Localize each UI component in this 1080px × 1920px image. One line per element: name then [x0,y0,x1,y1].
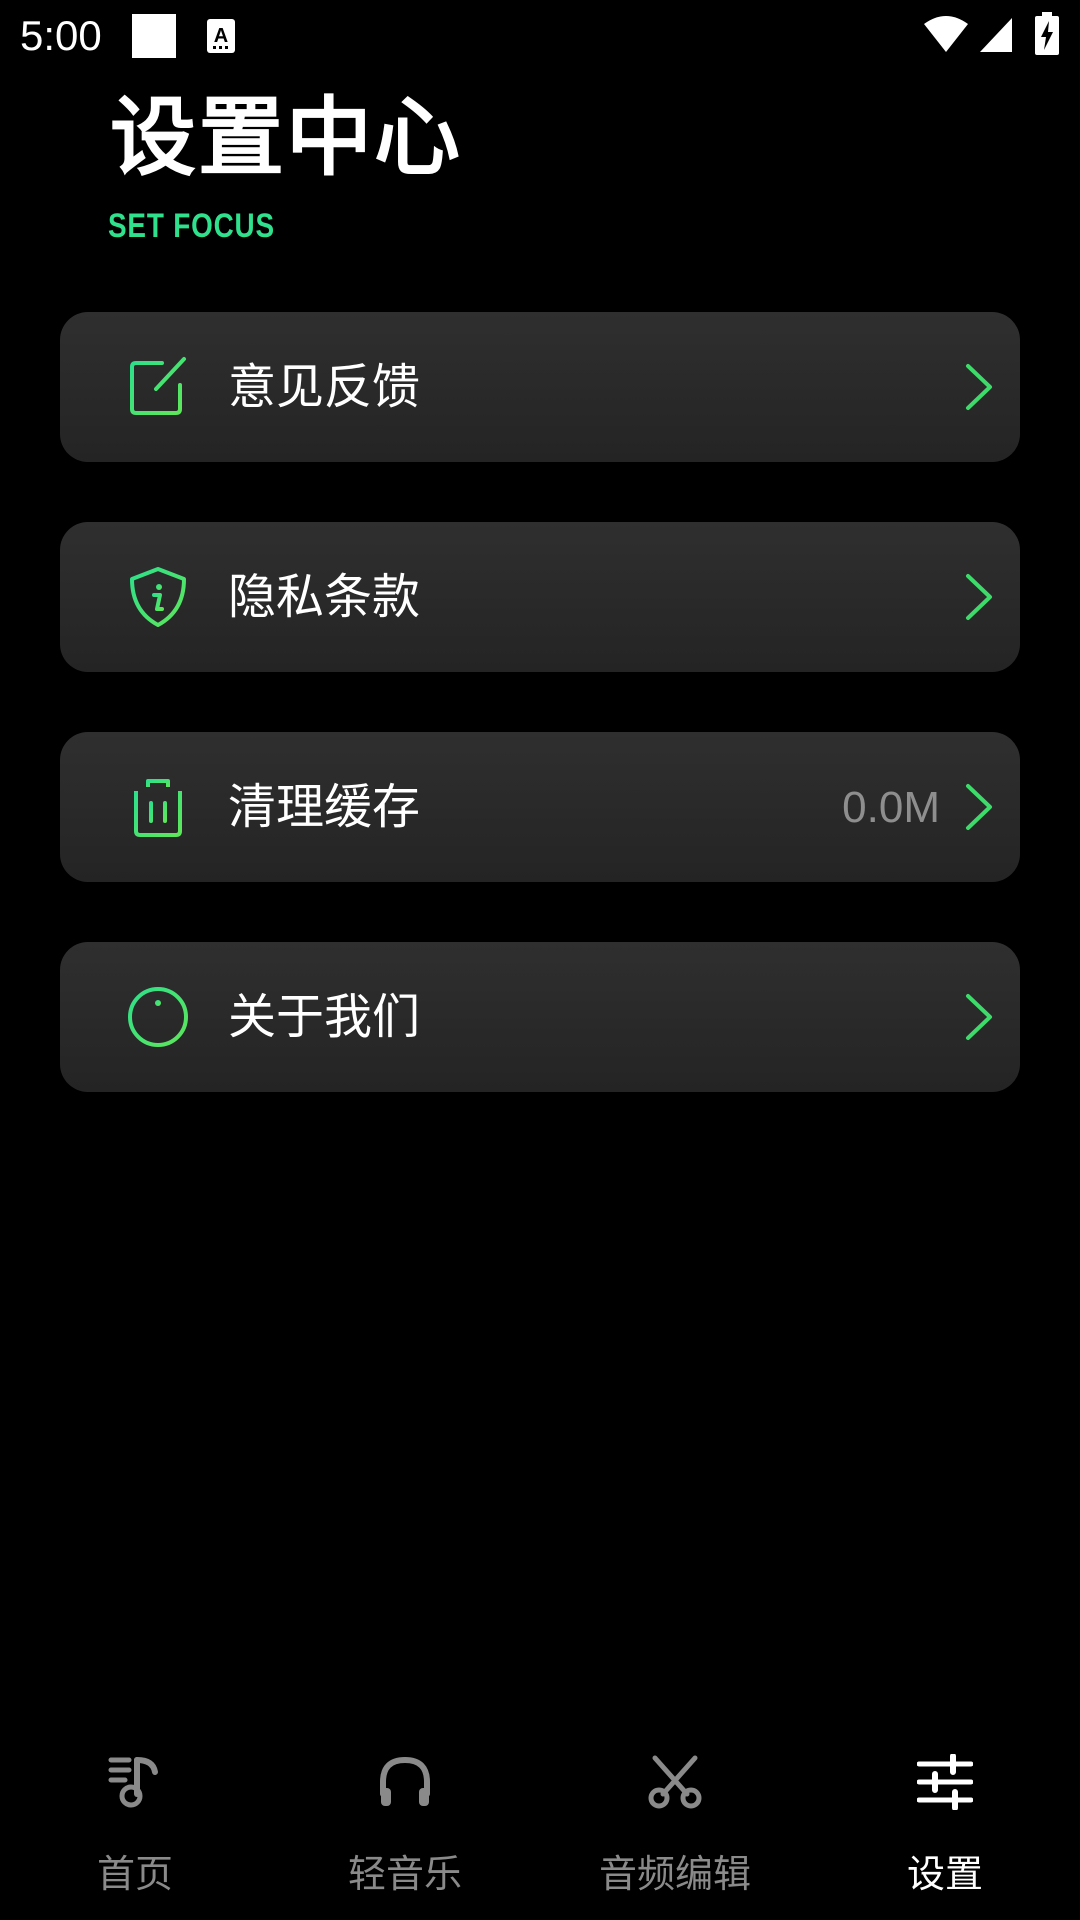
settings-screen: 5:00 A 设置中心 SET FOCUS 意见反馈 隐私条款 清理缓存 0.0… [0,0,1080,1920]
edit-note-icon [130,357,186,415]
chevron-right-icon [966,364,992,410]
page-title: 设置中心 [110,88,462,188]
settings-menu: 意见反馈 隐私条款 清理缓存 0.0M 关于我们 [60,312,1020,1152]
nav-item-home[interactable]: 首页 [0,1740,270,1920]
battery-charging-icon [1035,12,1059,55]
bottom-navigation: 首页 轻音乐 音频编辑 设置 [0,1740,1080,1920]
nav-label: 音频编辑 [598,1852,751,1896]
menu-item-label: 清理缓存 [228,779,421,835]
chevron-right-icon [966,574,992,620]
cache-size-value: 0.0M [842,783,940,832]
nav-label: 首页 [96,1852,173,1896]
chevron-right-icon [966,994,992,1040]
chevron-right-icon [966,784,992,830]
headphones-icon [380,1756,430,1806]
menu-item-about-us[interactable]: 关于我们 [60,942,1020,1092]
wifi-icon [924,16,968,52]
shield-info-icon [130,567,186,627]
menu-item-clear-cache[interactable]: 清理缓存 0.0M [60,732,1020,882]
trash-icon [128,779,188,837]
sliders-icon [917,1754,973,1810]
nav-item-audio-edit[interactable]: 音频编辑 [540,1740,810,1920]
signal-icon [980,18,1012,52]
scissors-icon [648,1755,702,1809]
info-circle-icon [128,987,188,1047]
menu-item-privacy[interactable]: 隐私条款 [60,522,1020,672]
notification-square-icon [132,14,176,58]
menu-item-label: 意见反馈 [228,359,421,415]
svg-text:A: A [214,25,228,47]
page-subtitle: SET FOCUS [108,207,275,245]
music-note-icon [108,1757,158,1808]
menu-item-label: 关于我们 [228,989,421,1045]
nav-label: 轻音乐 [347,1852,462,1896]
font-a-icon: A [207,19,235,53]
nav-item-light-music[interactable]: 轻音乐 [270,1740,540,1920]
status-bar: 5:00 A [0,0,1080,72]
nav-item-settings[interactable]: 设置 [810,1740,1080,1920]
nav-label: 设置 [906,1852,983,1896]
status-time: 5:00 [20,12,102,59]
menu-item-label: 隐私条款 [228,569,421,625]
menu-item-feedback[interactable]: 意见反馈 [60,312,1020,462]
